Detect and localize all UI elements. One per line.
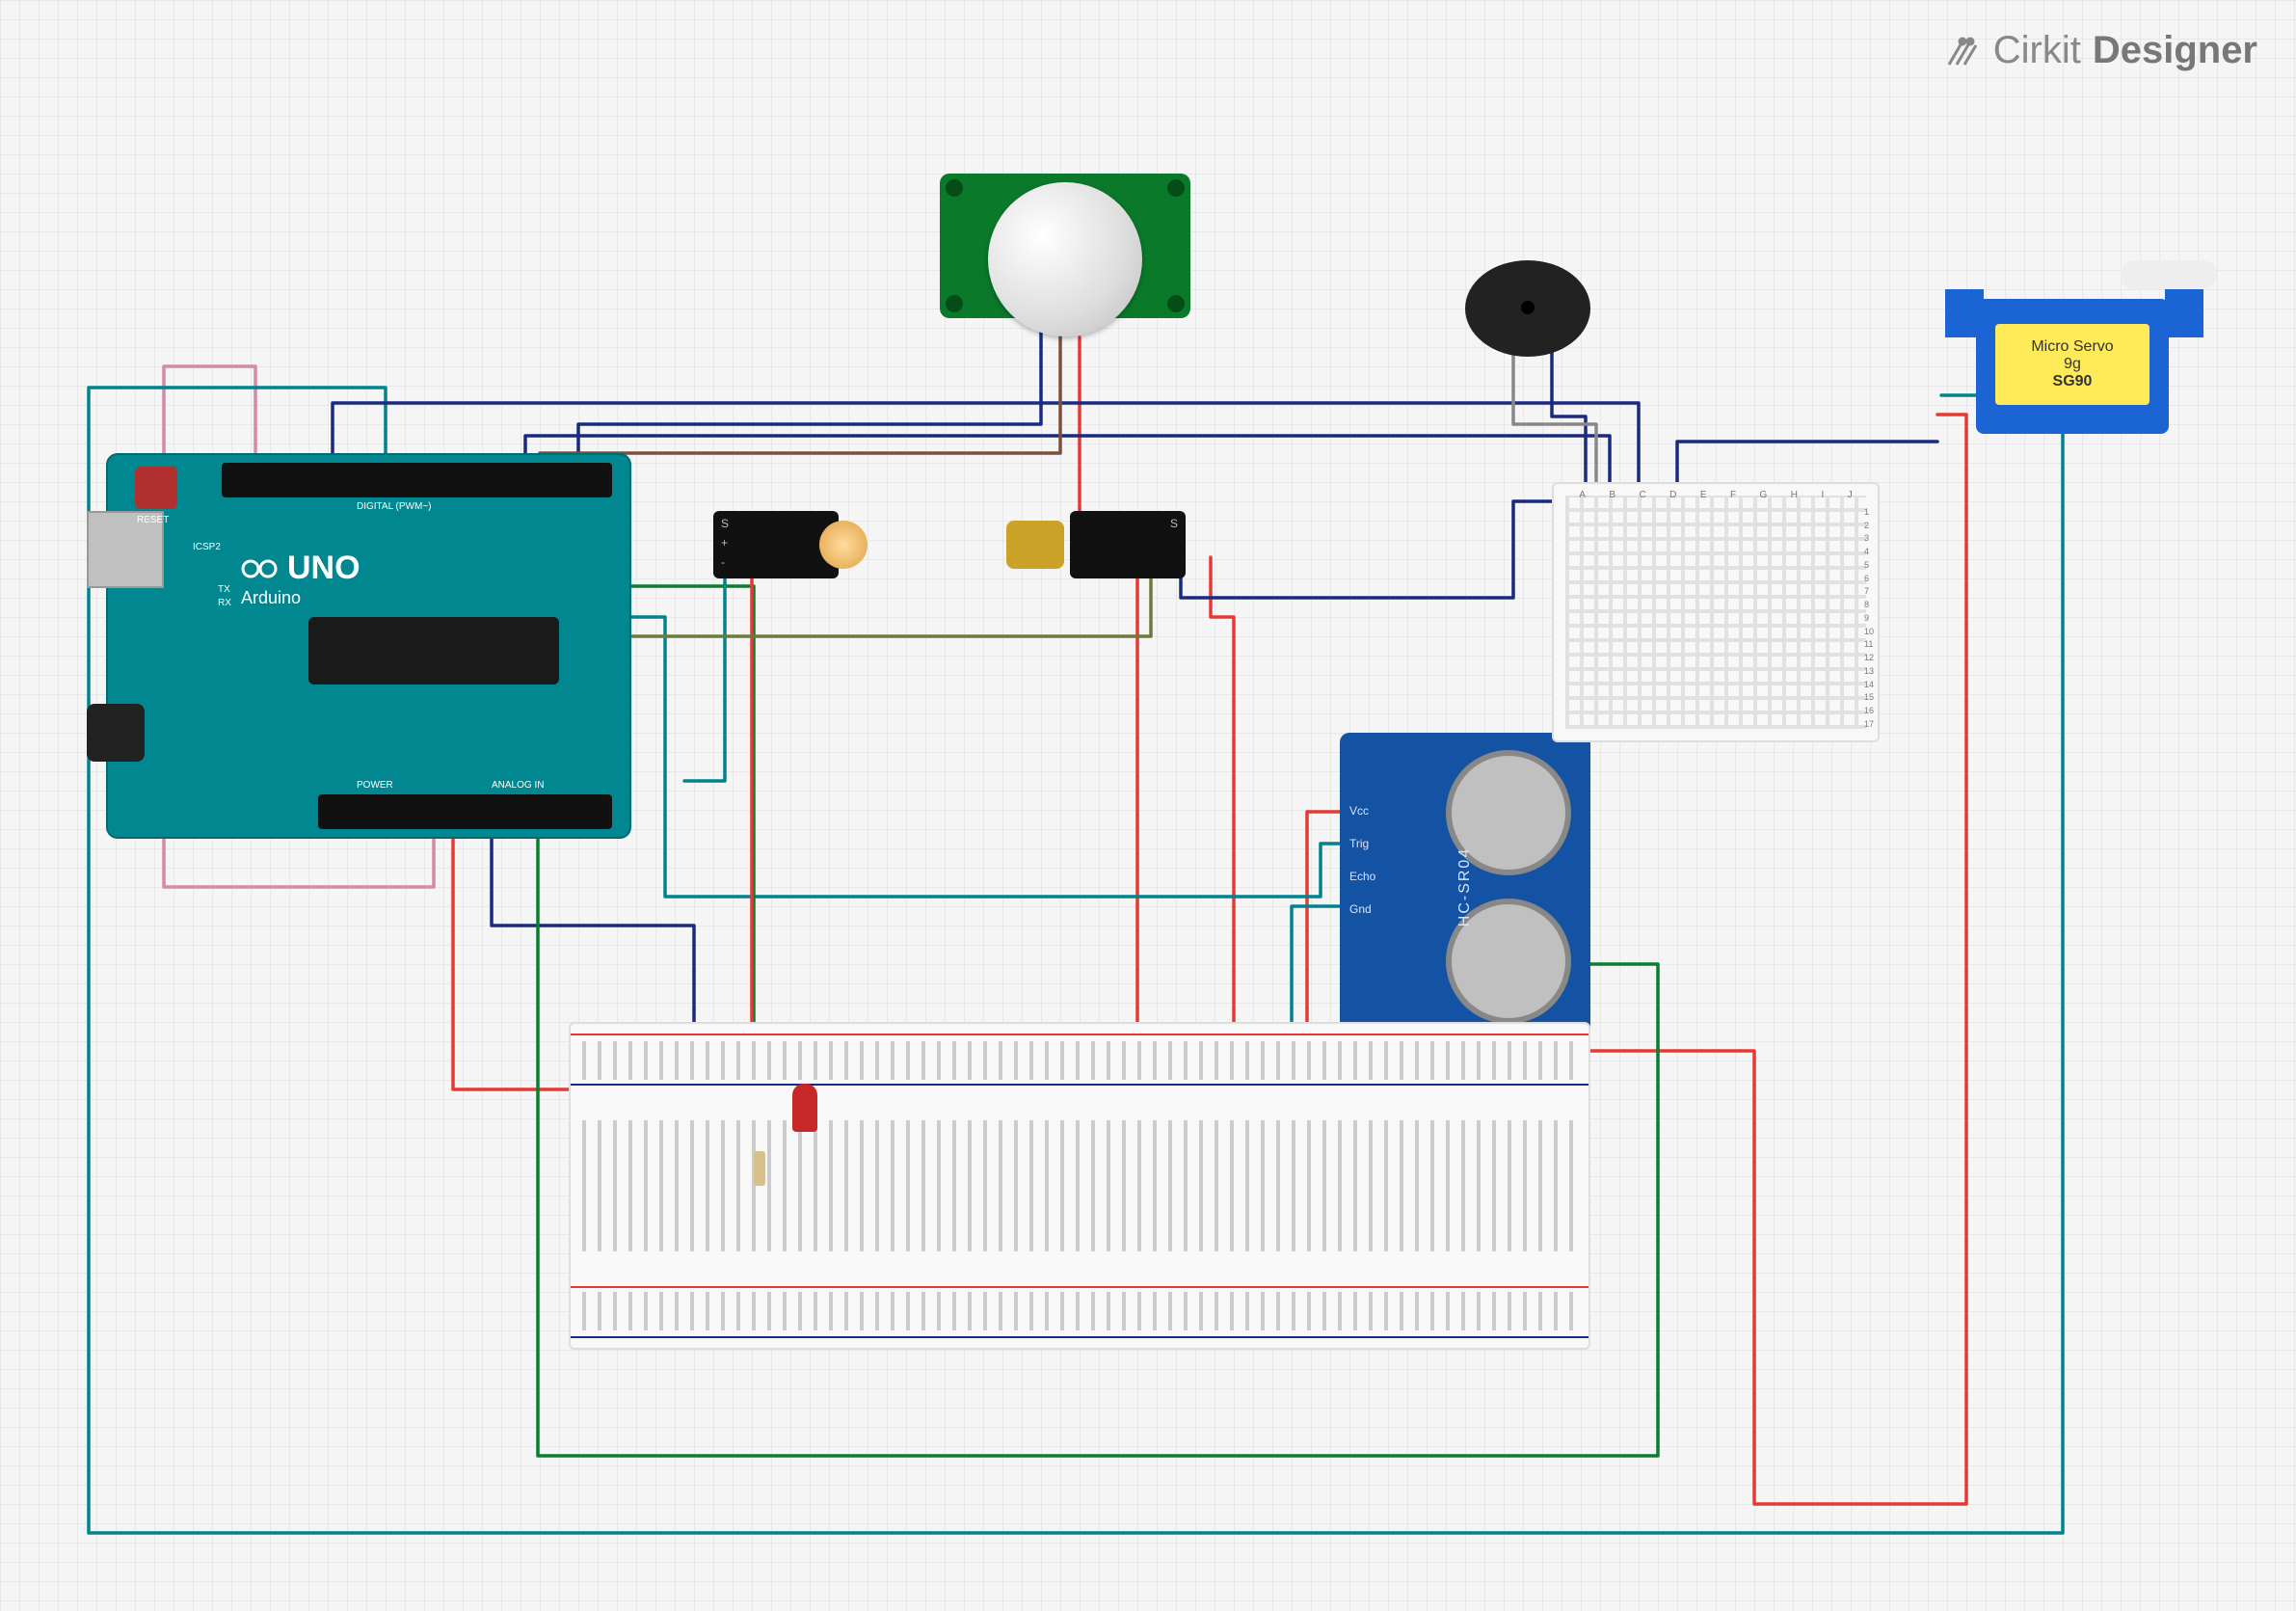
laser-pin-s: S bbox=[1170, 517, 1178, 530]
bb-top-rail-minus bbox=[571, 1084, 1589, 1086]
arduino-model: UNO bbox=[287, 550, 360, 587]
servo-sg90[interactable]: Micro Servo 9g SG90 bbox=[1928, 280, 2198, 472]
ultrasonic-sensor[interactable]: HC-SR04 Vcc Trig Echo Gnd bbox=[1340, 733, 1590, 1041]
pir-sensor[interactable] bbox=[940, 174, 1190, 376]
ldr-pin-minus: - bbox=[721, 555, 725, 569]
breadboard-small-col-labels: ABCDEFGHIJ bbox=[1567, 490, 1864, 500]
buzzer-hole bbox=[1521, 301, 1535, 314]
arduino-power-analog-header[interactable] bbox=[318, 794, 612, 829]
sonar-model: HC-SR04 bbox=[1456, 847, 1474, 926]
arduino-infinity-icon bbox=[241, 556, 278, 581]
pir-mount-hole bbox=[1167, 179, 1185, 197]
ldr-pin-plus: + bbox=[721, 536, 728, 550]
pir-mount-hole bbox=[1167, 295, 1185, 312]
led-red[interactable] bbox=[792, 1084, 817, 1132]
buzzer[interactable] bbox=[1465, 260, 1610, 366]
laser-board bbox=[1070, 511, 1186, 578]
laser-module[interactable]: S bbox=[1002, 492, 1186, 598]
arduino-power-section: POWER bbox=[357, 780, 393, 791]
pir-mount-hole bbox=[946, 295, 963, 312]
arduino-digital-section: DIGITAL (PWM~) bbox=[357, 501, 432, 512]
brand-name-1: Cirkit bbox=[1993, 29, 2081, 72]
app-watermark: Cirkit Designer bbox=[1943, 29, 2257, 72]
brand-name-2: Designer bbox=[2093, 29, 2257, 72]
arduino-barrel-jack bbox=[87, 704, 145, 762]
bb-top-rail-holes[interactable] bbox=[582, 1041, 1577, 1080]
pir-fresnel-dome bbox=[988, 182, 1142, 336]
arduino-analog-section: ANALOG IN bbox=[492, 780, 544, 791]
resistor[interactable] bbox=[754, 1151, 765, 1186]
arduino-brand: Arduino bbox=[241, 588, 301, 608]
breadboard-small-row-labels: 1234567891011121314151617 bbox=[1864, 505, 1874, 731]
sonar-pin-trig: Trig bbox=[1349, 837, 1369, 850]
bb-tie-points[interactable] bbox=[582, 1120, 1577, 1251]
ldr-cell bbox=[819, 521, 868, 569]
photoresistor-module[interactable]: S + - bbox=[713, 492, 877, 598]
ldr-pin-s: S bbox=[721, 517, 729, 530]
arduino-digital-header[interactable] bbox=[222, 463, 612, 497]
breadboard-small[interactable]: ABCDEFGHIJ 1234567891011121314151617 bbox=[1552, 482, 1880, 742]
arduino-mcu-chip bbox=[308, 617, 559, 685]
breadboard-large[interactable] bbox=[569, 1022, 1590, 1350]
sonar-pin-echo: Echo bbox=[1349, 870, 1375, 883]
servo-horn bbox=[2121, 260, 2217, 289]
arduino-uno[interactable]: UNO Arduino RESET ICSP2 TX RX DIGITAL (P… bbox=[106, 453, 631, 839]
sonar-pin-vcc: Vcc bbox=[1349, 804, 1369, 818]
breadboard-small-holes[interactable] bbox=[1565, 496, 1866, 729]
arduino-reset-label: RESET bbox=[137, 515, 169, 525]
design-canvas[interactable]: UNO Arduino RESET ICSP2 TX RX DIGITAL (P… bbox=[39, 135, 2256, 1581]
servo-mount-tab bbox=[2165, 289, 2203, 337]
arduino-icsp-label: ICSP2 bbox=[193, 542, 221, 552]
cirkit-logo-icon bbox=[1943, 32, 1982, 70]
arduino-logo: UNO bbox=[241, 550, 360, 587]
bb-bot-rail-minus bbox=[571, 1336, 1589, 1338]
laser-emitter bbox=[1006, 521, 1064, 569]
sonar-pin-gnd: Gnd bbox=[1349, 902, 1372, 916]
servo-sticker: Micro Servo 9g SG90 bbox=[1995, 324, 2149, 405]
bb-bot-rail-plus bbox=[571, 1286, 1589, 1288]
arduino-rx-label: RX bbox=[218, 598, 231, 608]
arduino-reset-button[interactable] bbox=[135, 467, 177, 509]
servo-model: SG90 bbox=[2053, 373, 2093, 390]
servo-label-line2: 9g bbox=[2064, 356, 2081, 373]
arduino-tx-label: TX bbox=[218, 584, 230, 595]
bb-top-rail-plus bbox=[571, 1034, 1589, 1035]
bb-bot-rail-holes[interactable] bbox=[582, 1292, 1577, 1330]
servo-label-line1: Micro Servo bbox=[2031, 338, 2113, 356]
pir-mount-hole bbox=[946, 179, 963, 197]
